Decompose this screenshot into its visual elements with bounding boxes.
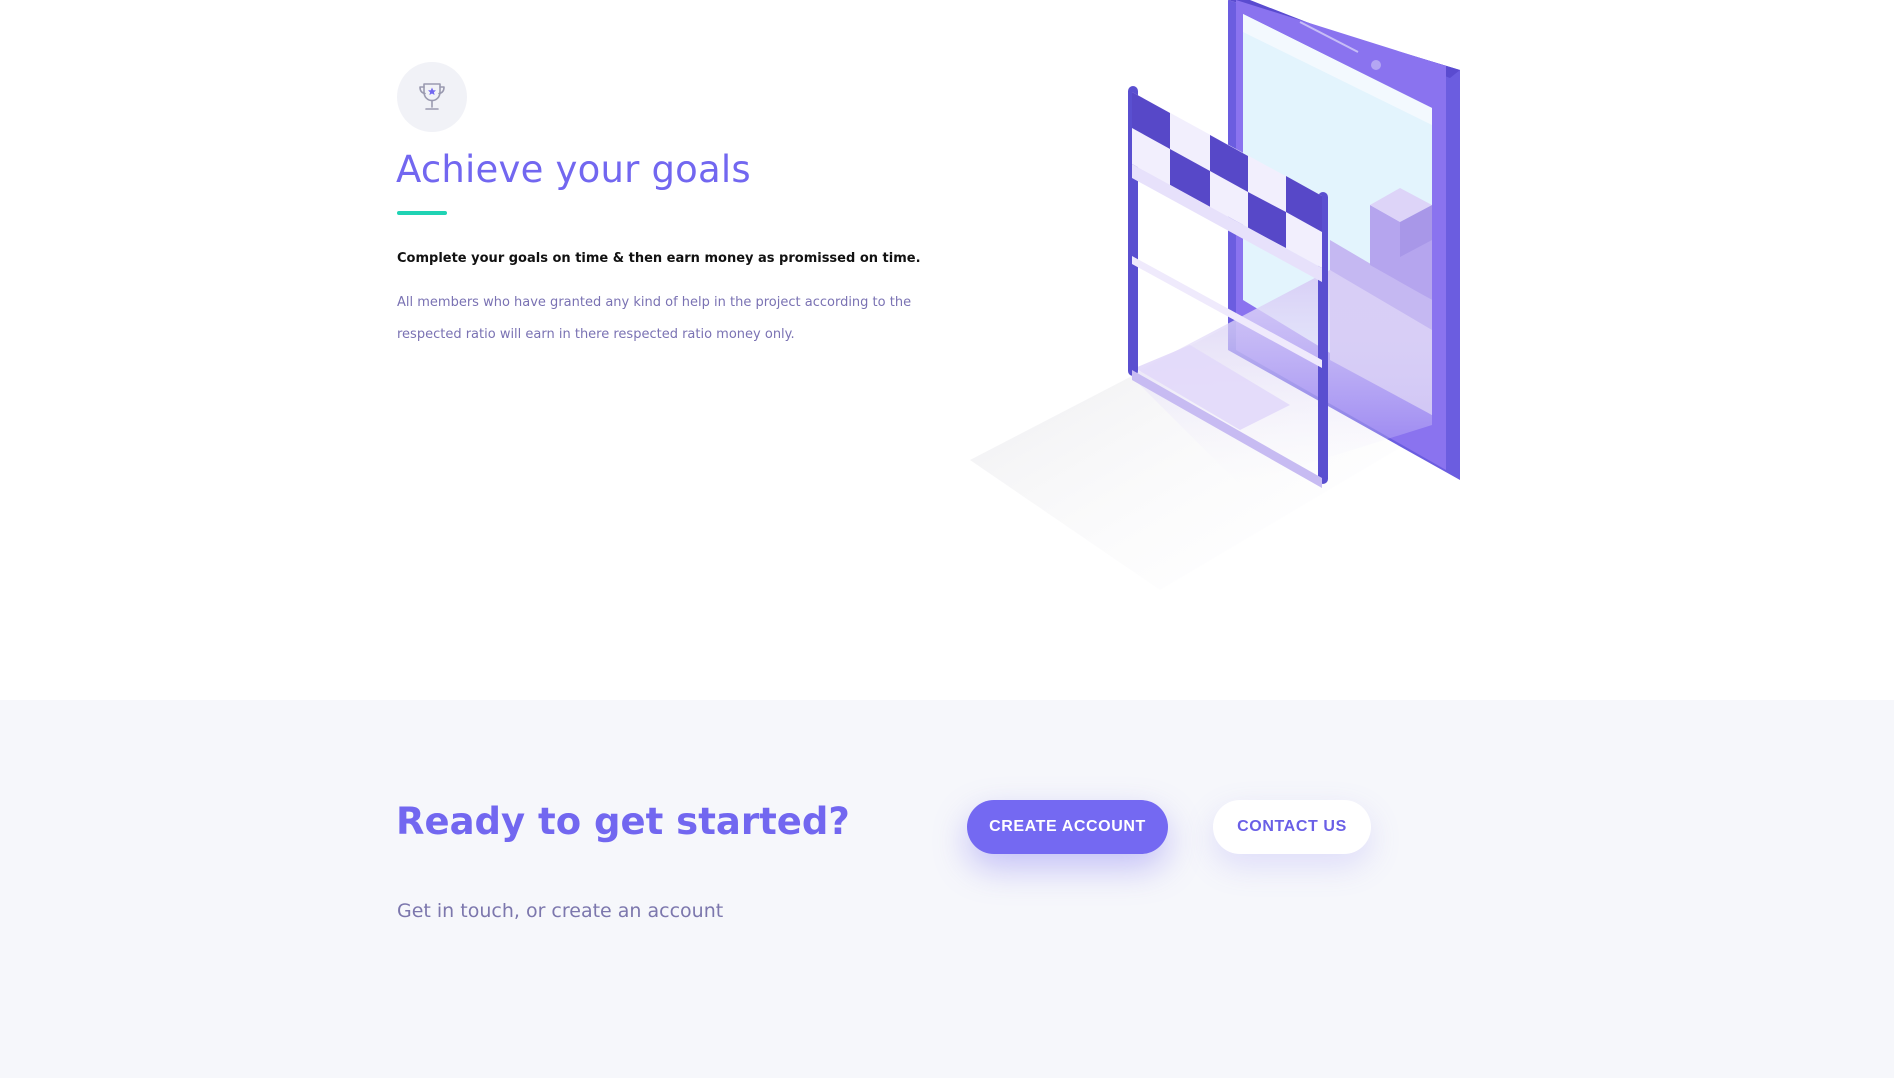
landing-page: Achieve your goals Complete your goals o… [0,0,1894,1078]
contact-us-button[interactable]: CONTACT US [1213,800,1371,854]
trophy-icon [419,83,445,110]
feature-lead-text: Complete your goals on time & then earn … [397,251,921,266]
feature-description: All members who have granted any kind of… [397,295,912,342]
feature-title: Achieve your goals [396,148,751,191]
finish-line-phone-illustration [970,0,1460,590]
create-account-button[interactable]: CREATE ACCOUNT [967,800,1168,854]
cta-title: Ready to get started? [396,800,850,843]
cta-subtitle: Get in touch, or create an account [397,900,724,922]
title-underline [397,211,447,215]
cta-section: Ready to get started? Get in touch, or c… [0,700,1894,1078]
feature-section: Achieve your goals Complete your goals o… [0,0,1894,700]
trophy-badge [397,62,467,132]
